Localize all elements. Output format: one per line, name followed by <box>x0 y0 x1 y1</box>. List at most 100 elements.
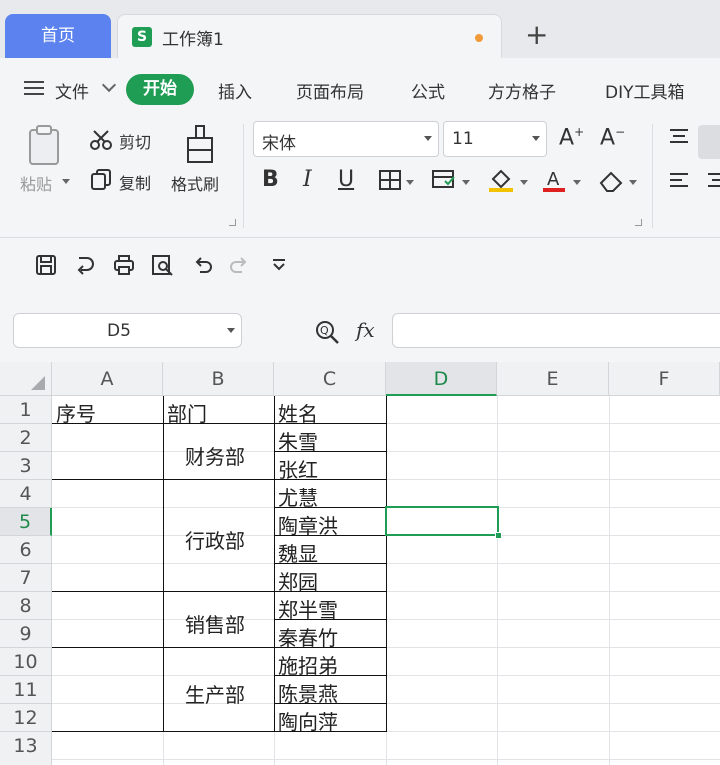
row-header-13[interactable]: 13 <box>0 732 52 765</box>
increase-font-button[interactable]: A+ <box>559 125 584 150</box>
column-header-f[interactable]: F <box>609 362 720 396</box>
cell-name[interactable]: 秦春竹 <box>278 622 338 651</box>
paste-label[interactable]: 粘贴 <box>20 171 52 195</box>
quick-access-toolbar <box>0 238 720 298</box>
cell-style-icon[interactable] <box>431 169 457 191</box>
fill-handle[interactable] <box>495 532 502 539</box>
row-header-3[interactable]: 3 <box>0 452 52 480</box>
cell-name[interactable]: 魏显 <box>278 538 318 567</box>
decrease-font-button[interactable]: A− <box>600 125 625 150</box>
table-border <box>386 396 387 732</box>
save-icon[interactable] <box>35 254 57 276</box>
fill-color-dropdown-icon[interactable] <box>520 180 528 185</box>
column-header-d[interactable]: D <box>386 362 497 396</box>
scissors-icon[interactable] <box>90 129 112 151</box>
cell-name[interactable]: 陶章洪 <box>278 510 338 539</box>
font-name-select[interactable]: 宋体 <box>253 121 439 157</box>
customize-toolbar-icon[interactable] <box>271 258 287 272</box>
cell-c1[interactable]: 姓名 <box>278 398 318 427</box>
paste-dropdown-icon[interactable] <box>62 179 70 184</box>
row-header-6[interactable]: 6 <box>0 536 52 564</box>
insert-function-button[interactable]: fx <box>356 318 375 342</box>
menu-insert[interactable]: 插入 <box>218 78 252 103</box>
select-all-button[interactable] <box>0 362 52 396</box>
copy-icon[interactable] <box>90 168 112 190</box>
align-center-icon[interactable] <box>706 171 720 191</box>
bold-button[interactable]: B <box>262 167 279 192</box>
cell-name[interactable]: 尤慧 <box>278 482 318 511</box>
hamburger-icon[interactable] <box>24 81 44 95</box>
cell-a1[interactable]: 序号 <box>56 398 96 427</box>
font-size-select[interactable]: 11 <box>443 121 547 157</box>
cell-department[interactable]: 行政部 <box>185 525 245 554</box>
cell-name[interactable]: 陶向萍 <box>278 706 338 735</box>
paste-icon[interactable] <box>26 124 64 168</box>
cell-name[interactable]: 郑半雪 <box>278 594 338 623</box>
eraser-icon[interactable] <box>598 170 624 192</box>
column-header-a[interactable]: A <box>52 362 163 396</box>
cell-style-dropdown-icon[interactable] <box>462 180 470 185</box>
print-icon[interactable] <box>113 254 135 276</box>
row-header-7[interactable]: 7 <box>0 564 52 592</box>
align-top-icon[interactable] <box>668 127 690 147</box>
active-cell-d5[interactable] <box>385 506 499 536</box>
row-header-2[interactable]: 2 <box>0 424 52 452</box>
font-color-dropdown-icon[interactable] <box>573 180 581 185</box>
cell-department[interactable]: 生产部 <box>185 679 245 708</box>
menu-formula[interactable]: 公式 <box>411 78 445 103</box>
border-dropdown-icon[interactable] <box>406 180 414 185</box>
clipboard-dialog-launcher-icon[interactable] <box>229 219 236 226</box>
cut-button[interactable]: 剪切 <box>119 129 151 153</box>
cell-name[interactable]: 张红 <box>278 454 318 483</box>
format-painter-button[interactable]: 格式刷 <box>171 171 219 195</box>
new-tab-button[interactable]: + <box>525 20 548 50</box>
redo-icon[interactable] <box>228 254 250 276</box>
align-left-icon[interactable] <box>668 171 690 191</box>
border-icon[interactable] <box>378 169 402 191</box>
cell-name[interactable]: 郑园 <box>278 566 318 595</box>
row-header-11[interactable]: 11 <box>0 676 52 704</box>
cell-department[interactable]: 财务部 <box>185 441 245 470</box>
fill-color-icon[interactable] <box>487 167 515 193</box>
column-header-e[interactable]: E <box>497 362 609 396</box>
cell-name[interactable]: 朱雪 <box>278 426 318 455</box>
align-middle-button[interactable] <box>698 125 720 159</box>
decrease-font-label: A <box>600 125 616 151</box>
name-box[interactable]: D5 <box>13 313 242 348</box>
column-header-c[interactable]: C <box>274 362 386 396</box>
formula-input[interactable] <box>392 313 720 348</box>
undo-icon[interactable] <box>192 254 214 276</box>
row-header-12[interactable]: 12 <box>0 704 52 732</box>
row-header-4[interactable]: 4 <box>0 480 52 508</box>
search-formula-icon[interactable]: Q <box>314 319 340 345</box>
eraser-dropdown-icon[interactable] <box>629 180 637 185</box>
select-all-triangle-icon <box>31 376 45 390</box>
chevron-down-icon[interactable] <box>101 77 117 93</box>
menu-page-layout[interactable]: 页面布局 <box>296 78 364 103</box>
row-header-9[interactable]: 9 <box>0 620 52 648</box>
italic-button[interactable]: I <box>303 167 312 192</box>
copy-button[interactable]: 复制 <box>119 170 151 194</box>
row-header-5[interactable]: 5 <box>0 508 52 536</box>
tab-home[interactable]: 首页 <box>5 14 111 58</box>
format-painter-icon[interactable] <box>184 124 218 164</box>
cell-name[interactable]: 施招弟 <box>278 650 338 679</box>
font-color-icon[interactable]: A <box>541 167 567 193</box>
print-preview-icon[interactable] <box>151 254 175 276</box>
table-border <box>274 396 275 732</box>
menu-start[interactable]: 开始 <box>126 74 194 105</box>
menu-file[interactable]: 文件 <box>55 78 89 103</box>
share-icon[interactable] <box>75 254 97 276</box>
row-header-1[interactable]: 1 <box>0 396 52 424</box>
cell-name[interactable]: 陈景燕 <box>278 678 338 707</box>
cell-b1[interactable]: 部门 <box>167 398 207 427</box>
cell-department[interactable]: 销售部 <box>185 609 245 638</box>
tab-document[interactable]: S 工作簿1 <box>117 14 502 58</box>
column-header-b[interactable]: B <box>163 362 274 396</box>
font-dialog-launcher-icon[interactable] <box>635 219 642 226</box>
row-header-10[interactable]: 10 <box>0 648 52 676</box>
row-header-8[interactable]: 8 <box>0 592 52 620</box>
underline-button[interactable]: U <box>338 167 354 192</box>
menu-fangfang[interactable]: 方方格子 <box>488 78 556 103</box>
menu-diy-toolbox[interactable]: DIY工具箱 <box>605 78 685 103</box>
